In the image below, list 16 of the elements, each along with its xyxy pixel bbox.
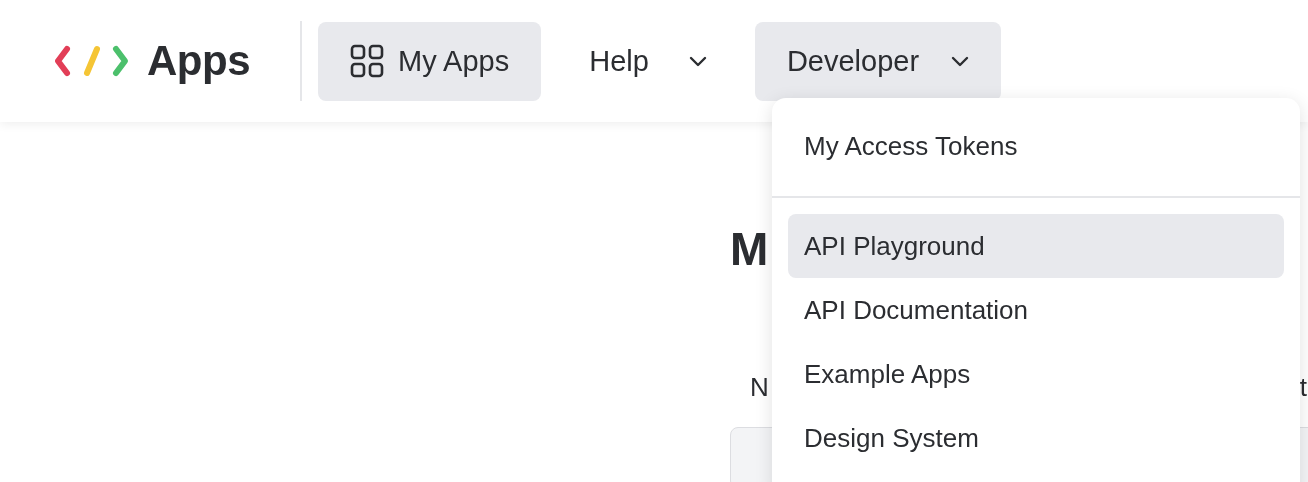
menu-item[interactable]: API Playground [788, 214, 1284, 278]
menu-item[interactable]: Design System [788, 406, 1284, 470]
app-brand[interactable]: Apps [147, 37, 250, 85]
nav-dropdown[interactable]: Developer [754, 21, 1002, 101]
page-text: t [1299, 372, 1307, 403]
menu-item[interactable]: My Access Tokens [788, 114, 1284, 178]
chevron-icon [951, 55, 970, 67]
page-text: N [750, 372, 769, 403]
page-heading: M [730, 222, 769, 276]
menu-item[interactable]: Example Apps [788, 342, 1284, 406]
grid-icon [350, 44, 384, 78]
code-logo-icon [55, 44, 129, 78]
menu-item[interactable]: API Documentation [788, 278, 1284, 342]
nav-dropdown[interactable]: Help [557, 21, 739, 101]
chevron-icon [688, 55, 707, 67]
nav-button[interactable]: My Apps [318, 21, 542, 101]
